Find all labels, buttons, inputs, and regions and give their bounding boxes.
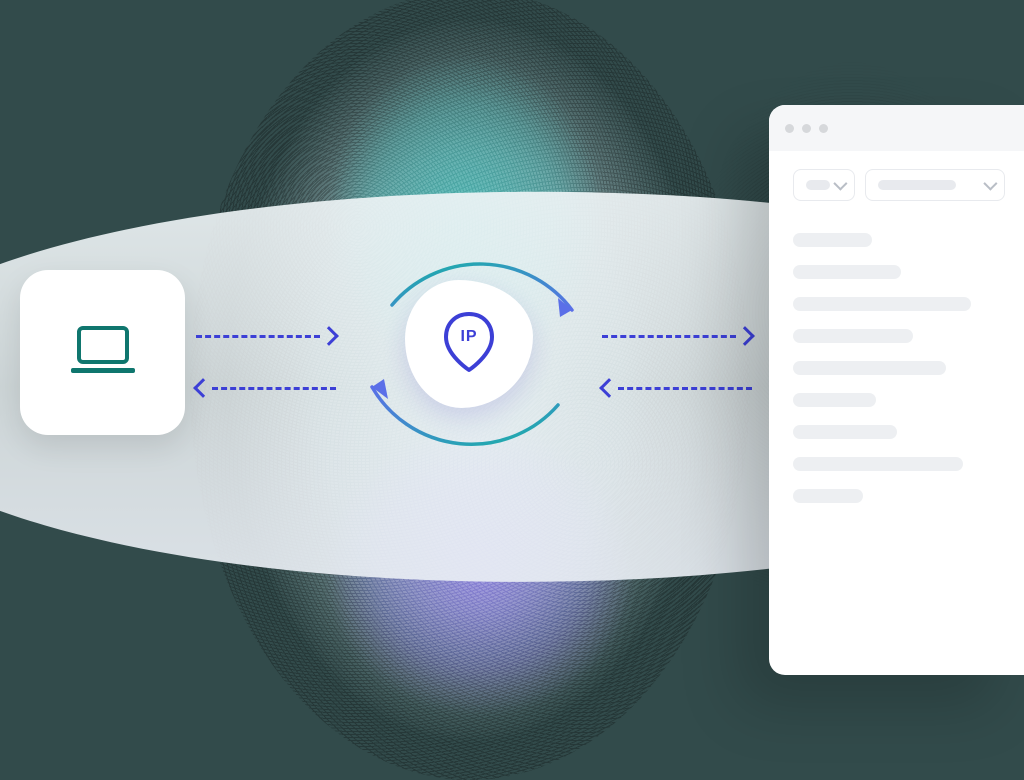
proxy-node: IP: [330, 165, 610, 525]
flow-proxy-to-client: [196, 370, 336, 406]
flow-client-to-proxy: [196, 318, 336, 354]
flow-target-to-proxy: [602, 370, 752, 406]
skeleton-line: [793, 457, 963, 471]
browser-filters-row: [769, 151, 1024, 207]
skeleton-line: [793, 425, 897, 439]
skeleton-line: [793, 361, 946, 375]
ip-label: IP: [460, 328, 477, 345]
window-dot-icon: [819, 124, 828, 133]
skeleton-line: [793, 265, 901, 279]
rotation-arrows-icon: [330, 165, 610, 525]
skeleton-line: [793, 233, 872, 247]
flow-proxy-to-target: [602, 318, 752, 354]
ip-pin-icon: IP: [441, 310, 497, 379]
laptop-icon: [67, 322, 139, 383]
chevron-down-icon: [833, 177, 847, 191]
window-dot-icon: [785, 124, 794, 133]
skeleton-line: [793, 393, 876, 407]
placeholder-pill: [878, 180, 956, 190]
skeleton-line: [793, 297, 971, 311]
ip-badge: IP: [405, 280, 533, 408]
browser-titlebar: [769, 105, 1024, 151]
chevron-down-icon: [983, 177, 997, 191]
window-dot-icon: [802, 124, 811, 133]
target-browser-window: [769, 105, 1024, 675]
filter-dropdown-small: [793, 169, 855, 201]
placeholder-pill: [806, 180, 830, 190]
filter-dropdown-large: [865, 169, 1005, 201]
browser-skeleton-list: [769, 207, 1024, 503]
client-laptop-card: [20, 270, 185, 435]
skeleton-line: [793, 329, 913, 343]
skeleton-line: [793, 489, 863, 503]
